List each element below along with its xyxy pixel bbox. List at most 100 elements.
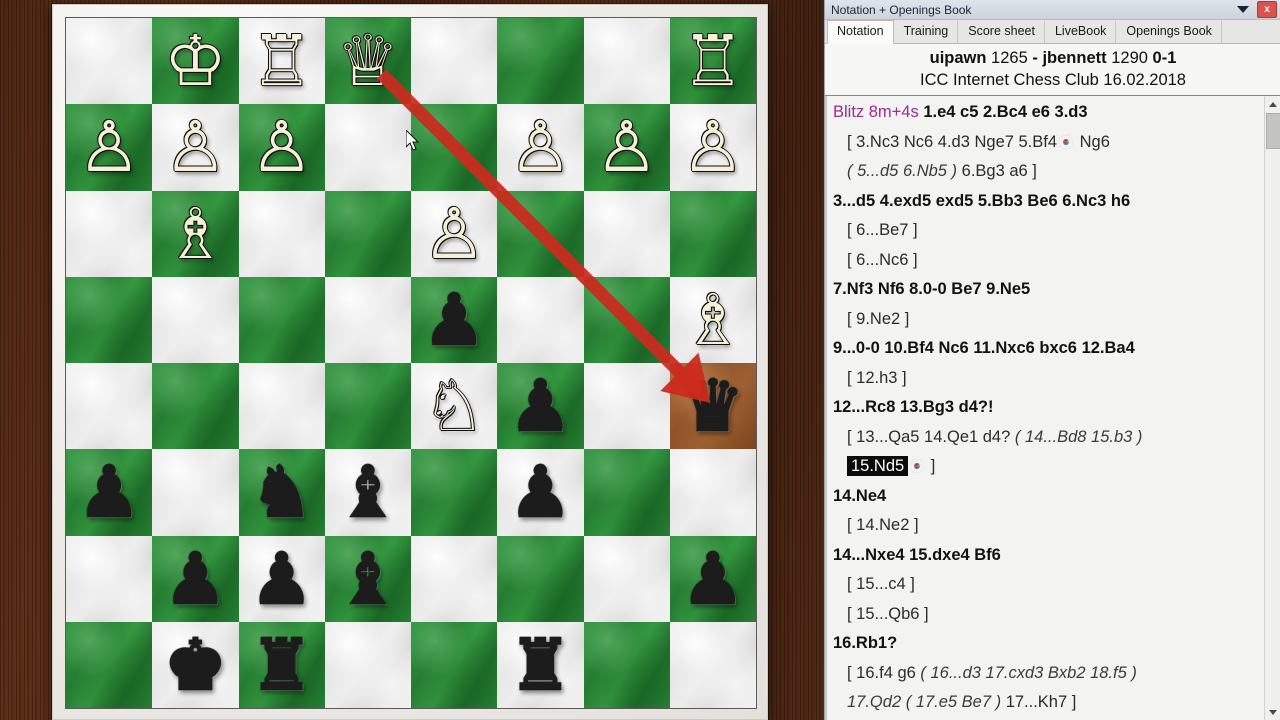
board-square-a5[interactable]	[66, 276, 153, 363]
notation-line[interactable]: 9...0-0 10.Bf4 Nc6 11.Nxc6 bxc6 12.Ba4	[833, 334, 1260, 364]
notation-line[interactable]: [ 15...c4 ]	[833, 570, 1260, 600]
board-square-h2[interactable]: ♟	[669, 535, 756, 622]
scroll-up-icon[interactable]	[1265, 96, 1280, 112]
board-square-c7[interactable]: ♙	[238, 104, 325, 191]
notation-line[interactable]: 12...Rc8 13.Bg3 d4?!	[833, 393, 1260, 423]
notation-line[interactable]: [ 6...Nc6 ]	[833, 246, 1260, 276]
piece-wP-g7[interactable]: ♙	[584, 104, 670, 190]
notation-line[interactable]: 17.Qd2 ( 17.e5 Be7 ) 17...Kh7 ]	[833, 688, 1260, 718]
board-square-b4[interactable]	[152, 363, 239, 450]
current-move-highlight[interactable]: 15.Nd5	[847, 456, 909, 476]
piece-bP-e5[interactable]: ♟	[411, 277, 497, 363]
piece-wR-c8[interactable]: ♖	[239, 18, 325, 104]
piece-bP-c2[interactable]: ♟	[239, 536, 325, 622]
piece-wK-b8[interactable]: ♔	[152, 18, 238, 104]
board-square-b5[interactable]	[152, 276, 239, 363]
close-icon[interactable]: x	[1257, 1, 1277, 18]
notation-line[interactable]: ( 5...d5 6.Nb5 ) 6.Bg3 a6 ]	[833, 157, 1260, 187]
notation-line[interactable]: [ 15...Qb6 ]	[833, 600, 1260, 630]
board-square-h5[interactable]: ♗	[669, 276, 756, 363]
board-square-d3[interactable]: ♝	[324, 449, 411, 536]
board-square-f2[interactable]	[497, 535, 584, 622]
chessboard[interactable]: ♔ ♖ ♕ ♖ ♙ ♙ ♙ ♙ ♙ ♙ ♗ ♙ ♟ ♗ ♘ ♟ ♛ ♟ ♞ ♝ ♟ ♟ ♟ ♝ ♟ ♚ ♜ ♜	[65, 17, 757, 709]
board-square-b8[interactable]: ♔	[152, 18, 239, 105]
tab-training[interactable]: Training	[894, 20, 959, 43]
board-square-c6[interactable]	[238, 190, 325, 277]
board-square-a2[interactable]	[66, 535, 153, 622]
board-square-d4[interactable]	[324, 363, 411, 450]
board-square-g1[interactable]	[583, 621, 670, 708]
board-square-a8[interactable]	[66, 18, 153, 105]
piece-bP-h2[interactable]: ♟	[670, 536, 756, 622]
board-square-a3[interactable]: ♟	[66, 449, 153, 536]
notation-line[interactable]: 15.Nd5 ]	[833, 452, 1260, 482]
board-square-b7[interactable]: ♙	[152, 104, 239, 191]
piece-bB-d2[interactable]: ♝	[325, 536, 411, 622]
notation-line[interactable]: 14...Nxe4 15.dxe4 Bf6	[833, 541, 1260, 571]
board-square-d5[interactable]	[324, 276, 411, 363]
piece-wP-b7[interactable]: ♙	[152, 104, 238, 190]
board-square-h3[interactable]	[669, 449, 756, 536]
board-square-h6[interactable]	[669, 190, 756, 277]
piece-wB-b6[interactable]: ♗	[152, 191, 238, 277]
board-square-b1[interactable]: ♚	[152, 621, 239, 708]
board-square-a7[interactable]: ♙	[66, 104, 153, 191]
tab-notation[interactable]: Notation	[827, 20, 894, 44]
board-square-d2[interactable]: ♝	[324, 535, 411, 622]
chevron-down-icon[interactable]	[1233, 2, 1253, 18]
board-square-f6[interactable]	[497, 190, 584, 277]
board-square-g7[interactable]: ♙	[583, 104, 670, 191]
board-square-f7[interactable]: ♙	[497, 104, 584, 191]
piece-wP-a7[interactable]: ♙	[66, 104, 152, 190]
piece-bP-f4[interactable]: ♟	[497, 363, 583, 449]
board-square-a1[interactable]	[66, 621, 153, 708]
notation-line[interactable]: [ 12.h3 ]	[833, 364, 1260, 394]
piece-wP-e6[interactable]: ♙	[411, 191, 497, 277]
piece-bP-f3[interactable]: ♟	[497, 449, 583, 535]
board-square-c4[interactable]	[238, 363, 325, 450]
board-square-e5[interactable]: ♟	[411, 276, 498, 363]
piece-bR-c1[interactable]: ♜	[239, 622, 325, 708]
piece-bP-b2[interactable]: ♟	[152, 536, 238, 622]
notation-line[interactable]: 3...d5 4.exd5 exd5 5.Bb3 Be6 6.Nc3 h6	[833, 187, 1260, 217]
annotation-dot-icon[interactable]	[1059, 134, 1074, 149]
notation-line[interactable]: 16.Rb1?	[833, 629, 1260, 659]
piece-wP-h7[interactable]: ♙	[670, 104, 756, 190]
board-square-b3[interactable]	[152, 449, 239, 536]
piece-wB-h5[interactable]: ♗	[670, 277, 756, 363]
board-square-c8[interactable]: ♖	[238, 18, 325, 105]
board-square-g5[interactable]	[583, 276, 670, 363]
piece-wP-f7[interactable]: ♙	[497, 104, 583, 190]
notation-line[interactable]: [ 3.Nc3 Nc6 4.d3 Nge7 5.Bf4 Ng6	[833, 128, 1260, 158]
board-square-f1[interactable]: ♜	[497, 621, 584, 708]
scroll-down-icon[interactable]	[1265, 704, 1280, 720]
board-square-g3[interactable]	[583, 449, 670, 536]
board-square-c2[interactable]: ♟	[238, 535, 325, 622]
board-square-e1[interactable]	[411, 621, 498, 708]
board-square-g2[interactable]	[583, 535, 670, 622]
board-square-a6[interactable]	[66, 190, 153, 277]
piece-wP-c7[interactable]: ♙	[239, 104, 325, 190]
piece-bN-c3[interactable]: ♞	[239, 449, 325, 535]
board-square-e7[interactable]	[411, 104, 498, 191]
notation-line[interactable]: Blitz 8m+4s 1.e4 c5 2.Bc4 e6 3.d3	[833, 98, 1260, 128]
tab-score-sheet[interactable]: Score sheet	[958, 20, 1045, 43]
board-square-f4[interactable]: ♟	[497, 363, 584, 450]
notation-line[interactable]: [ 13...Qa5 14.Qe1 d4? ( 14...Bd8 15.b3 )	[833, 423, 1260, 453]
board-square-e4[interactable]: ♘	[411, 363, 498, 450]
tab-openings-book[interactable]: Openings Book	[1116, 20, 1222, 43]
board-square-d8[interactable]: ♕	[324, 18, 411, 105]
piece-wQ-d8[interactable]: ♕	[325, 18, 411, 104]
piece-bR-f1[interactable]: ♜	[497, 622, 583, 708]
board-square-d6[interactable]	[324, 190, 411, 277]
piece-bQ-h4[interactable]: ♛	[670, 363, 756, 449]
board-square-h4[interactable]: ♛	[669, 363, 756, 450]
piece-bB-d3[interactable]: ♝	[325, 449, 411, 535]
board-square-h8[interactable]: ♖	[669, 18, 756, 105]
piece-bP-a3[interactable]: ♟	[66, 449, 152, 535]
board-square-e3[interactable]	[411, 449, 498, 536]
board-square-h7[interactable]: ♙	[669, 104, 756, 191]
board-square-e8[interactable]	[411, 18, 498, 105]
board-square-c5[interactable]	[238, 276, 325, 363]
board-square-g6[interactable]	[583, 190, 670, 277]
